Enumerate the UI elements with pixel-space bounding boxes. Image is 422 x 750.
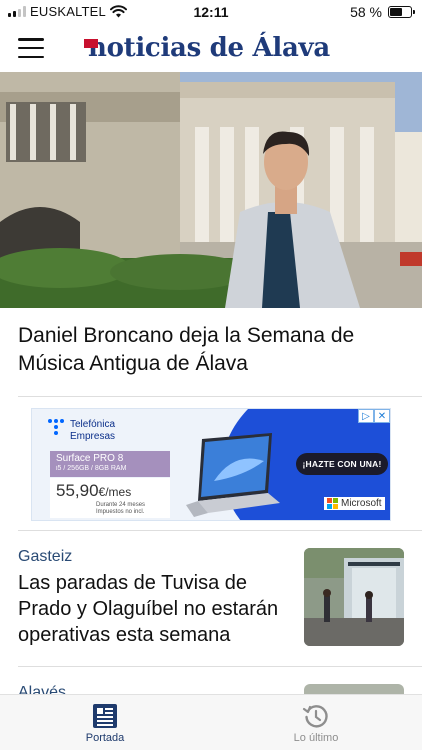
ad-brand-line1: Telefónica	[70, 419, 116, 430]
ad-brand: Telefónica Empresas	[48, 419, 115, 443]
bottom-tab-bar: Portada Lo último	[0, 694, 422, 750]
tab-label: Portada	[85, 732, 125, 744]
hero-image[interactable]	[0, 72, 422, 308]
article-section-label[interactable]: Gasteiz	[18, 548, 72, 566]
ad-price-unit: €/mes	[98, 485, 132, 499]
ad-product-name: Surface PRO 8	[56, 453, 124, 464]
tab-portada[interactable]: Portada	[45, 703, 165, 744]
hero-headline[interactable]: Daniel Broncano deja la Semana de Música…	[18, 322, 408, 378]
logo-text: noticias de Álava	[88, 33, 330, 63]
site-logo[interactable]: noticias de Álava	[84, 30, 330, 66]
ad-brand-line2: Empresas	[70, 431, 116, 442]
ad-product-spec: i5 / 256GB / 8GB RAM	[56, 465, 127, 472]
ad-price-box: 55,90€/mes Durante 24 meses Impuestos no…	[50, 478, 170, 518]
telefonica-logo-icon	[48, 419, 64, 435]
battery-icon	[388, 6, 415, 18]
article-title[interactable]: Las paradas de Tuvisa de Prado y Olaguíb…	[18, 570, 298, 648]
ad-terms-line1: Durante 24 meses	[96, 502, 146, 508]
ad-price: 55,90	[56, 481, 99, 500]
battery-percentage: 58 %	[350, 4, 382, 20]
history-clock-icon	[302, 705, 328, 728]
divider	[18, 666, 422, 667]
ad-advertiser-name: Microsoft	[341, 498, 382, 509]
advertisement-banner[interactable]: Telefónica Empresas Surface PRO 8 i5 / 2…	[31, 408, 391, 521]
ad-advertiser: Microsoft	[324, 497, 385, 510]
ad-close-icon[interactable]: ✕	[374, 409, 390, 423]
app-header: noticias de Álava	[0, 28, 422, 70]
ad-cta-button[interactable]: ¡HAZTE CON UNA!	[296, 453, 388, 475]
laptop-illustration	[186, 433, 280, 517]
hero-photo	[0, 72, 422, 308]
divider	[18, 530, 422, 531]
logo-red-mark	[84, 39, 98, 48]
status-bar: EUSKALTEL 12:11 58 %	[0, 0, 422, 24]
ad-product-box: Surface PRO 8 i5 / 256GB / 8GB RAM	[50, 451, 170, 477]
tab-label: Lo último	[293, 732, 339, 744]
hamburger-menu-icon[interactable]	[18, 38, 44, 58]
tab-lo-ultimo[interactable]: Lo último	[256, 703, 376, 744]
status-bar-right: 58 %	[350, 4, 415, 20]
ad-choices[interactable]: ▷ ✕	[358, 409, 390, 423]
newspaper-icon	[93, 704, 117, 728]
article-thumbnail[interactable]	[304, 548, 404, 646]
ad-terms-line2: Impuestos no incl.	[96, 509, 145, 515]
microsoft-logo-icon	[327, 498, 338, 509]
divider	[18, 396, 422, 397]
adchoices-icon[interactable]: ▷	[358, 409, 374, 423]
